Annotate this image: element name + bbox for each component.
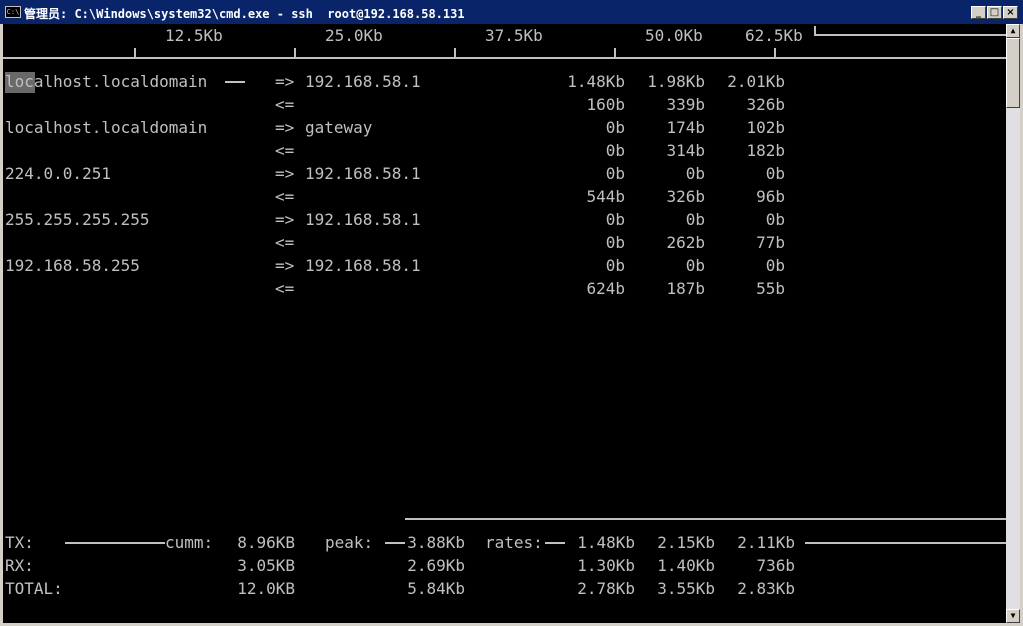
in-rate: 187b — [666, 279, 705, 298]
in-rate: 326b — [746, 95, 785, 114]
scale-tick — [774, 48, 776, 58]
tx-rate-10s: 2.15Kb — [657, 533, 715, 552]
in-rate: 0b — [605, 233, 625, 252]
tx-label: TX: — [5, 533, 34, 552]
out-rate: 0b — [685, 210, 705, 229]
close-button[interactable]: × — [1003, 6, 1018, 19]
rates-label: rates: — [485, 533, 543, 552]
total-label: TOTAL: — [5, 579, 63, 598]
in-rate: 0b — [605, 141, 625, 160]
out-rate: 2.01Kb — [727, 72, 785, 91]
totals-separator — [405, 518, 1006, 520]
direction-out: => — [275, 164, 295, 183]
out-rate: 174b — [666, 118, 705, 137]
scroll-down-arrow-icon[interactable]: ▼ — [1006, 609, 1020, 623]
host-name: 192.168.58.255 — [5, 256, 140, 275]
in-rate: 624b — [586, 279, 625, 298]
window-title-bar[interactable]: C:\ 管理员: C:\Windows\system32\cmd.exe - s… — [0, 0, 1023, 24]
rx-rate-2s: 1.30Kb — [577, 556, 635, 575]
out-rate: 0b — [605, 210, 625, 229]
in-rate: 96b — [756, 187, 785, 206]
out-rate: 0b — [765, 256, 785, 275]
out-rate: 0b — [605, 118, 625, 137]
scale-tick-label: 62.5Kb — [745, 26, 803, 45]
host-name: 255.255.255.255 — [5, 210, 150, 229]
terminal-console[interactable]: 12.5Kb 25.0Kb 37.5Kb 50.0Kb 62.5Kb local… — [3, 24, 1006, 623]
rx-rate-10s: 1.40Kb — [657, 556, 715, 575]
direction-in: <= — [275, 141, 295, 160]
tx-rate-bar — [805, 542, 1006, 544]
direction-in: <= — [275, 187, 295, 206]
scale-tick-label: 37.5Kb — [485, 26, 543, 45]
window-title: 管理员: C:\Windows\system32\cmd.exe - ssh r… — [24, 7, 465, 21]
direction-out: => — [275, 256, 295, 275]
total-peak: 5.84Kb — [407, 579, 465, 598]
scrollbar-thumb[interactable] — [1006, 38, 1020, 108]
scale-tick — [294, 48, 296, 58]
rx-rate-40s: 736b — [756, 556, 795, 575]
cumm-label: cumm: — [165, 533, 214, 552]
tx-bar — [65, 542, 165, 544]
maximize-button[interactable]: □ — [987, 6, 1002, 19]
out-rate: 0b — [605, 164, 625, 183]
host-name: localhost.localdomain — [5, 72, 208, 91]
direction-out: => — [275, 72, 295, 91]
out-rate: 0b — [605, 256, 625, 275]
peer-address: 192.168.58.1 — [305, 72, 421, 91]
in-rate: 262b — [666, 233, 705, 252]
in-rate: 314b — [666, 141, 705, 160]
peer-address: 192.168.58.1 — [305, 256, 421, 275]
out-rate: 1.98Kb — [647, 72, 705, 91]
total-rate-10s: 3.55Kb — [657, 579, 715, 598]
out-rate: 0b — [765, 164, 785, 183]
scale-tick-label: 25.0Kb — [325, 26, 383, 45]
host-name: localhost.localdomain — [5, 118, 208, 137]
out-rate: 102b — [746, 118, 785, 137]
peer-address: 192.168.58.1 — [305, 210, 421, 229]
minimize-button[interactable]: _ — [971, 6, 986, 19]
host-name: 224.0.0.251 — [5, 164, 111, 183]
rx-cumm: 3.05KB — [237, 556, 295, 575]
in-rate: 544b — [586, 187, 625, 206]
in-rate: 55b — [756, 279, 785, 298]
scale-tick — [614, 48, 616, 58]
out-rate: 1.48Kb — [567, 72, 625, 91]
direction-in: <= — [275, 233, 295, 252]
direction-out: => — [275, 210, 295, 229]
peer-address: 192.168.58.1 — [305, 164, 421, 183]
out-rate: 0b — [765, 210, 785, 229]
scale-tick-label: 50.0Kb — [645, 26, 703, 45]
in-rate: 77b — [756, 233, 785, 252]
in-rate: 160b — [586, 95, 625, 114]
scale-tick — [134, 48, 136, 58]
out-rate: 0b — [685, 164, 705, 183]
total-rate-2s: 2.78Kb — [577, 579, 635, 598]
scroll-up-arrow-icon[interactable]: ▲ — [1006, 24, 1020, 38]
out-rate: 0b — [685, 256, 705, 275]
text-selection-highlight — [5, 72, 35, 93]
in-rate: 182b — [746, 141, 785, 160]
vertical-scrollbar[interactable]: ▲ ▼ — [1006, 24, 1020, 623]
total-rate-40s: 2.83Kb — [737, 579, 795, 598]
peak-label: peak: — [325, 533, 374, 552]
rx-label: RX: — [5, 556, 34, 575]
host-traffic-bar — [225, 81, 245, 83]
scale-tick-label: 12.5Kb — [165, 26, 223, 45]
scale-tick — [454, 48, 456, 58]
tx-cumm: 8.96KB — [237, 533, 295, 552]
direction-in: <= — [275, 279, 295, 298]
tx-rate-40s: 2.11Kb — [737, 533, 795, 552]
direction-out: => — [275, 118, 295, 137]
peer-address: gateway — [305, 118, 373, 137]
scale-axis-line — [3, 57, 1006, 59]
in-rate: 326b — [666, 187, 705, 206]
direction-in: <= — [275, 95, 295, 114]
cmd-system-icon[interactable]: C:\ — [5, 6, 21, 18]
total-bar — [814, 34, 1006, 36]
tx-peak: 3.88Kb — [407, 533, 465, 552]
total-cumm: 12.0KB — [237, 579, 295, 598]
in-rate: 339b — [666, 95, 705, 114]
rx-peak: 2.69Kb — [407, 556, 465, 575]
tx-rate-2s: 1.48Kb — [577, 533, 635, 552]
